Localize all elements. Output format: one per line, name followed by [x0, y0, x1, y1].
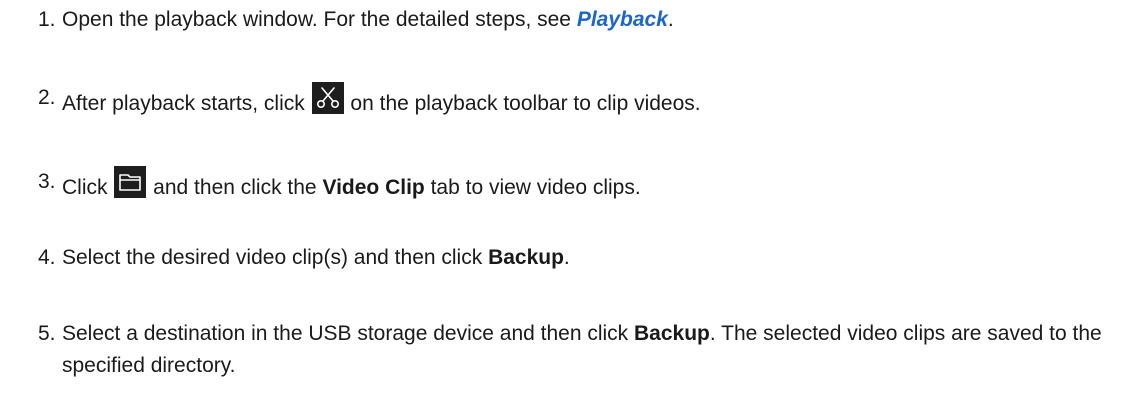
step-text-part: Click: [62, 176, 114, 199]
step-number: 5.: [38, 322, 56, 345]
step-text-part: After playback starts, click: [62, 92, 311, 115]
step-number: 4.: [38, 246, 56, 269]
step-text: Open the playback window. For the detail…: [62, 4, 1108, 36]
step-text-part: .: [563, 246, 570, 269]
step-text-part: Select a destination in the USB storage …: [62, 322, 635, 345]
step-text: Click and then click the Video Clip tab …: [62, 166, 1108, 204]
step-1: 1. Open the playback window. For the det…: [38, 4, 1108, 36]
step-text-part: tab to view video clips.: [424, 176, 641, 199]
step-2: 2. After playback starts, click on the p…: [38, 82, 1108, 120]
step-text-part: on the playback toolbar to clip videos.: [344, 92, 701, 115]
step-text-part: and then click the: [147, 176, 323, 199]
folder-icon: [114, 166, 147, 198]
step-3: 3. Click and then click the Video Clip t…: [38, 166, 1108, 204]
step-number: 1.: [38, 8, 56, 31]
step-4: 4. Select the desired video clip(s) and …: [38, 242, 1108, 274]
scissors-icon: [311, 82, 344, 114]
backup-label: Backup: [488, 246, 564, 269]
step-number: 2.: [38, 86, 56, 109]
backup-label: Backup: [634, 322, 710, 345]
video-clip-tab-label: Video Clip: [322, 176, 425, 199]
playback-link[interactable]: Playback: [577, 8, 668, 31]
step-text-part: Open the playback window. For the detail…: [62, 8, 577, 31]
step-text-part: .: [667, 8, 674, 31]
step-text: Select the desired video clip(s) and the…: [62, 242, 1108, 274]
step-text: After playback starts, click on the play…: [62, 82, 1108, 120]
step-text-part: Select the desired video clip(s) and the…: [62, 246, 489, 269]
step-number: 3.: [38, 170, 56, 193]
step-5: 5. Select a destination in the USB stora…: [38, 318, 1108, 382]
step-text: Select a destination in the USB storage …: [62, 318, 1108, 382]
